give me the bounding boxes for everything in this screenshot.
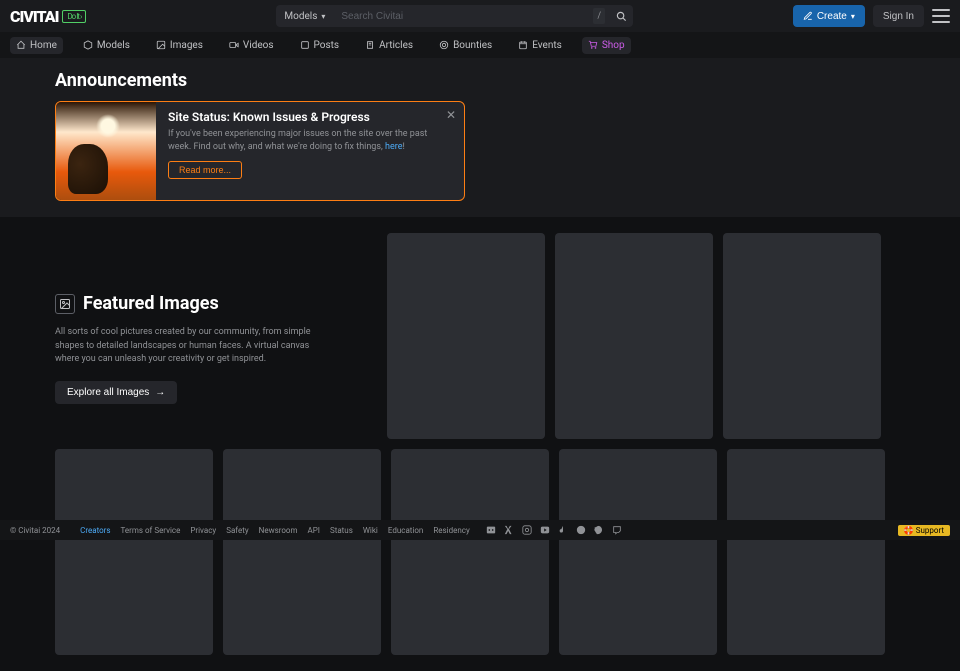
reddit-icon[interactable] [576, 525, 586, 535]
image-tile[interactable] [223, 449, 381, 655]
chevron-down-icon: ▾ [321, 12, 325, 21]
nav-label: Shop [602, 40, 625, 51]
search-icon [616, 11, 627, 22]
support-button[interactable]: 🛟 Support [898, 525, 950, 536]
footer-link-newsroom[interactable]: Newsroom [259, 526, 298, 535]
twitch-icon[interactable] [612, 525, 622, 535]
nav-item-home[interactable]: Home [10, 37, 63, 54]
nav-item-posts[interactable]: Posts [294, 37, 346, 54]
event-icon [518, 40, 528, 50]
image-tile[interactable] [555, 233, 713, 439]
search-shortcut-badge: / [593, 8, 605, 24]
footer-link-wiki[interactable]: Wiki [363, 526, 378, 535]
x-icon[interactable] [504, 525, 514, 535]
image-tile[interactable] [723, 233, 881, 439]
logo-text: CIVITAI [10, 7, 58, 26]
announcement-text: If you've been experiencing major issues… [168, 128, 452, 153]
footer-link-terms-of-service[interactable]: Terms of Service [121, 526, 181, 535]
image-icon [156, 40, 166, 50]
tiktok-icon[interactable] [558, 525, 568, 535]
explore-images-button[interactable]: Explore all Images → [55, 381, 177, 404]
nav-label: Events [532, 40, 562, 51]
create-button[interactable]: Create ▾ [793, 5, 865, 27]
github-icon[interactable] [594, 525, 604, 535]
nav-item-models[interactable]: Models [77, 37, 136, 54]
announcement-card: Site Status: Known Issues & Progress If … [55, 101, 465, 201]
bounty-icon [439, 40, 449, 50]
discord-icon[interactable] [486, 525, 496, 535]
video-icon [229, 40, 239, 50]
explore-label: Explore all Images [67, 387, 149, 398]
announcement-link[interactable]: here [385, 142, 402, 152]
logo[interactable]: CIVITAI Do It › [10, 7, 86, 26]
image-tile[interactable] [391, 449, 549, 655]
announcements-heading: Announcements [55, 70, 905, 91]
chevron-down-icon: ▾ [851, 12, 855, 21]
instagram-icon[interactable] [522, 525, 532, 535]
footer-link-residency[interactable]: Residency [433, 526, 469, 535]
nav-label: Bounties [453, 40, 492, 51]
image-tile[interactable] [387, 233, 545, 439]
footer-link-status[interactable]: Status [330, 526, 353, 535]
youtube-icon[interactable] [540, 525, 550, 535]
read-more-button[interactable]: Read more... [168, 161, 242, 179]
nav-item-videos[interactable]: Videos [223, 37, 280, 54]
nav-label: Models [97, 40, 130, 51]
search-input[interactable] [333, 5, 613, 27]
nav-item-events[interactable]: Events [512, 37, 568, 54]
home-icon [16, 40, 26, 50]
footer-link-api[interactable]: API [308, 526, 320, 535]
shop-icon [588, 40, 598, 50]
footer-link-safety[interactable]: Safety [226, 526, 248, 535]
footer: © Civitai 2024 Creators Terms of Service P… [0, 520, 960, 540]
pencil-icon [803, 11, 813, 21]
nav-label: Posts [314, 40, 340, 51]
image-icon [55, 294, 75, 314]
nav-label: Videos [243, 40, 274, 51]
featured-description: All sorts of cool pictures created by ou… [55, 326, 315, 367]
search-category-label: Models [284, 11, 317, 22]
image-tile[interactable] [727, 449, 885, 655]
announcement-title: Site Status: Known Issues & Progress [168, 110, 452, 124]
logo-badge[interactable]: Do It › [62, 10, 86, 23]
cube-icon [83, 40, 93, 50]
article-icon [365, 40, 375, 50]
arrow-right-icon: → [155, 387, 165, 398]
footer-link-creators[interactable]: Creators [80, 526, 110, 535]
nav-item-shop[interactable]: Shop [582, 37, 631, 54]
nav-item-bounties[interactable]: Bounties [433, 37, 498, 54]
close-icon[interactable]: ✕ [446, 108, 456, 122]
create-label: Create [817, 11, 847, 22]
signin-button[interactable]: Sign In [873, 5, 924, 27]
featured-title: Featured Images [83, 293, 219, 314]
nav-label: Images [170, 40, 203, 51]
copyright: © Civitai 2024 [10, 526, 60, 535]
menu-burger[interactable] [932, 9, 950, 23]
nav-item-articles[interactable]: Articles [359, 37, 419, 54]
announcement-image [56, 102, 156, 201]
image-tile[interactable] [55, 449, 213, 655]
search-category-dropdown[interactable]: Models ▾ [276, 5, 333, 27]
nav-label: Articles [379, 40, 413, 51]
nav-item-images[interactable]: Images [150, 37, 209, 54]
nav-label: Home [30, 40, 57, 51]
footer-link-privacy[interactable]: Privacy [190, 526, 216, 535]
footer-link-education[interactable]: Education [388, 526, 423, 535]
search-button[interactable] [609, 5, 633, 27]
image-tile[interactable] [559, 449, 717, 655]
post-icon [300, 40, 310, 50]
